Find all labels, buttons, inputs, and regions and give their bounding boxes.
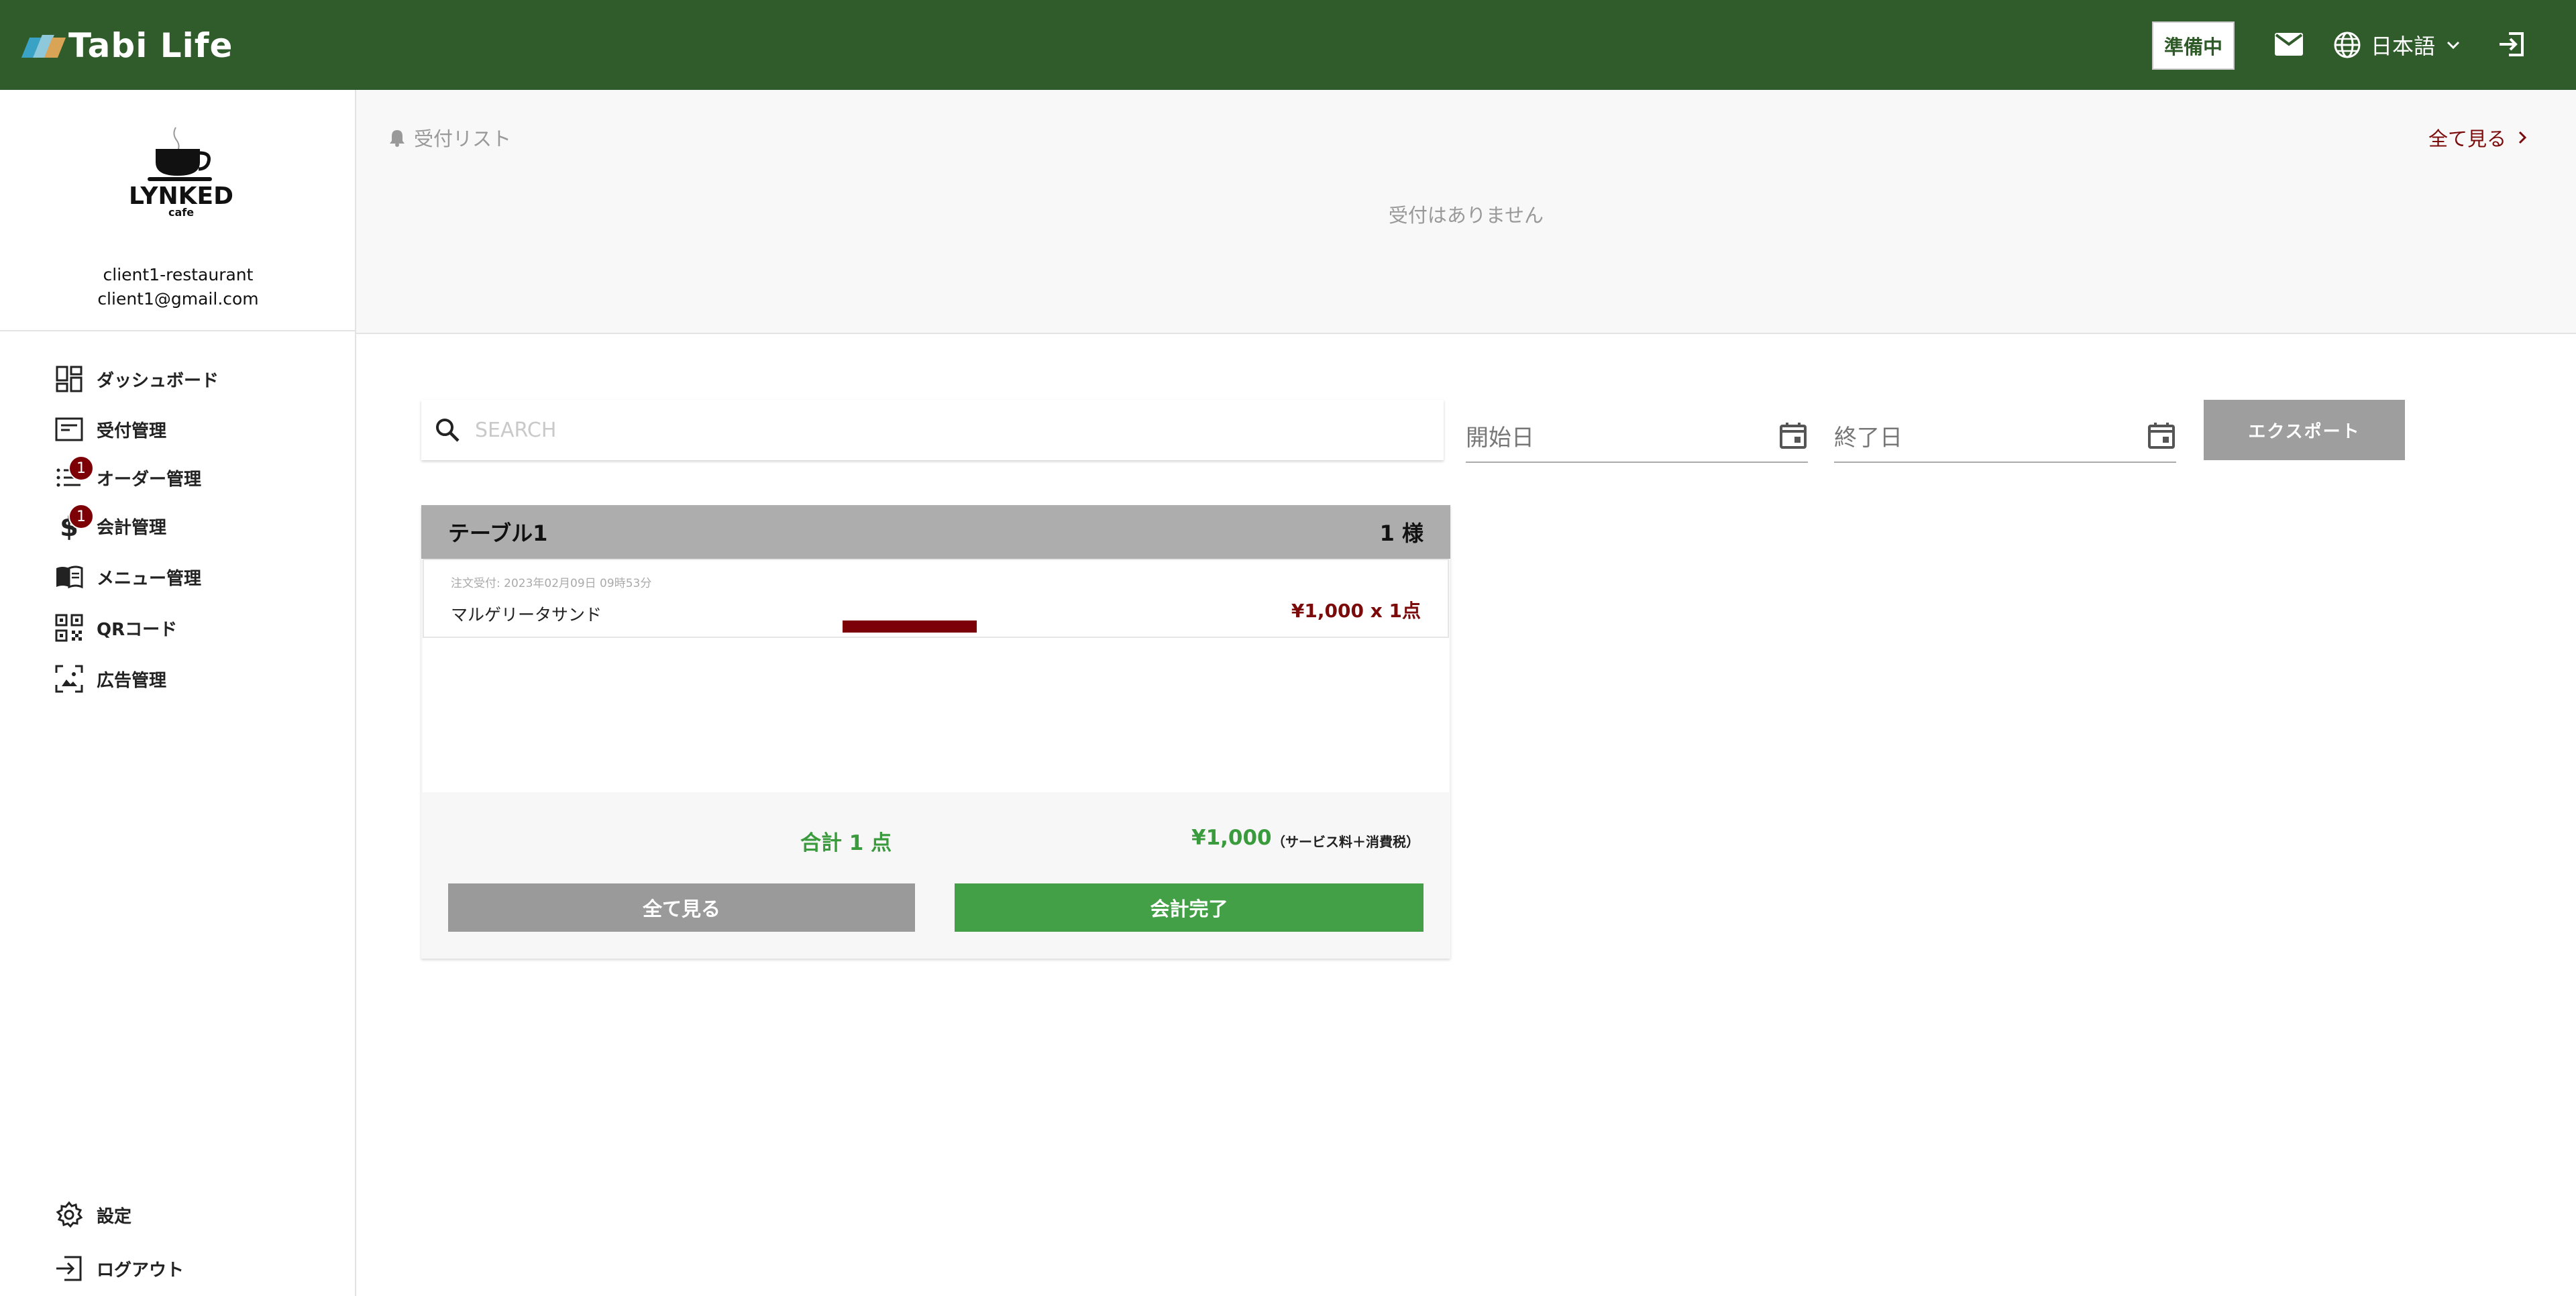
reception-panel: 受付リスト 全て見る 受付はありません [356, 90, 2576, 334]
complete-payment-button[interactable]: 会計完了 [955, 883, 1424, 932]
sidebar-item-label: 設定 [97, 1206, 132, 1227]
order-item: 注文受付: 2023年02月09日 09時53分 マルゲリータサンド ¥1,00… [423, 559, 1449, 638]
guest-count: 1 様 [1379, 521, 1424, 546]
calendar-icon[interactable] [2147, 421, 2176, 450]
gear-icon [56, 1201, 83, 1228]
cafe-logo: LYNKED cafe [129, 127, 233, 216]
image-icon [55, 665, 83, 693]
exit-icon[interactable] [2497, 30, 2526, 59]
card-header: テーブル1 1 様 [421, 505, 1450, 559]
table-bill-card: テーブル1 1 様 注文受付: 2023年02月09日 09時53分 マルゲリー… [421, 505, 1450, 959]
calendar-icon[interactable] [1778, 421, 1808, 450]
sidebar-item-label: 受付管理 [97, 421, 167, 441]
sidebar-item-label: ダッシュボード [97, 370, 219, 391]
end-date-label: 終了日 [1834, 424, 1902, 451]
reception-view-all-link[interactable]: 全て見る [2428, 123, 2529, 152]
end-date-field[interactable]: 終了日 [1834, 409, 2176, 463]
total-price: ¥1,000 [1191, 826, 1272, 850]
sidebar-item-reception[interactable]: 受付管理 [55, 413, 166, 446]
order-item-price: ¥1,000 x 1点 [1291, 600, 1421, 622]
total-count: 合計 1 点 [800, 831, 892, 855]
sidebar-item-label: オーダー管理 [97, 469, 202, 490]
menu-book-icon [56, 565, 83, 589]
sidebar-item-qr[interactable]: QRコード [55, 611, 177, 645]
reception-title: 受付リスト [387, 123, 511, 152]
view-all-label: 全て見る [2428, 127, 2506, 150]
sidebar: LYNKED cafe client1-restaurant client1@g… [0, 90, 356, 1296]
brand-logo[interactable]: Tabi Life [21, 26, 233, 65]
top-bar: Tabi Life 準備中 日本語 [0, 0, 2576, 90]
sidebar-divider [0, 330, 356, 331]
order-item-name: マルゲリータサンド [451, 605, 602, 625]
globe-icon [2334, 32, 2361, 58]
chevron-down-icon [2447, 41, 2460, 50]
sidebar-item-orders[interactable]: 1 オーダー管理 [55, 455, 202, 494]
search-box[interactable] [421, 400, 1444, 460]
reception-empty-message: 受付はありません [1388, 204, 1544, 227]
notification-badge: 1 [68, 455, 94, 481]
export-button[interactable]: エクスポート [2204, 400, 2405, 460]
account-email: client1@gmail.com [97, 289, 259, 309]
logo-sub: cafe [168, 206, 194, 216]
status-button[interactable]: 準備中 [2152, 21, 2235, 70]
sidebar-item-dashboard[interactable]: ダッシュボード [55, 362, 219, 396]
notification-badge: 1 [68, 504, 94, 529]
logout-icon [56, 1256, 82, 1281]
sidebar-item-label: ログアウト [97, 1260, 184, 1281]
reception-icon [55, 417, 83, 441]
brand-name: Tabi Life [68, 26, 233, 65]
sidebar-item-billing[interactable]: $ 1 会計管理 [55, 504, 167, 543]
search-input[interactable] [475, 418, 1401, 442]
account-info: client1-restaurant client1@gmail.com [0, 263, 356, 311]
search-icon [436, 419, 460, 442]
start-date-field[interactable]: 開始日 [1466, 409, 1808, 463]
dashboard-icon [56, 366, 83, 392]
language-label: 日本語 [2371, 34, 2436, 59]
sidebar-item-label: 会計管理 [97, 517, 167, 538]
table-name: テーブル1 [448, 521, 548, 546]
order-timestamp: 注文受付: 2023年02月09日 09時53分 [451, 577, 652, 590]
view-all-button[interactable]: 全て見る [448, 883, 915, 932]
sidebar-item-settings[interactable]: 設定 [55, 1198, 131, 1232]
bell-icon [390, 130, 405, 147]
mail-icon[interactable] [2274, 32, 2304, 56]
chevron-right-icon [2518, 131, 2527, 144]
language-selector[interactable]: 日本語 [2333, 28, 2462, 62]
sidebar-item-menu[interactable]: メニュー管理 [55, 560, 201, 594]
order-list-blank [423, 638, 1449, 792]
account-name: client1-restaurant [103, 265, 254, 284]
total-note: （サービス料＋消費税） [1272, 834, 1419, 850]
sidebar-item-label: メニュー管理 [97, 568, 202, 589]
sidebar-item-label: QRコード [97, 619, 178, 640]
qr-code-icon [55, 614, 83, 642]
sidebar-item-ads[interactable]: 広告管理 [55, 662, 166, 696]
reception-title-label: 受付リスト [414, 127, 512, 150]
brand-mark-icon [21, 30, 66, 62]
start-date-label: 開始日 [1466, 424, 1534, 451]
sidebar-item-label: 広告管理 [97, 670, 167, 691]
order-status-bar [843, 620, 977, 633]
sidebar-item-logout[interactable]: ログアウト [55, 1252, 184, 1285]
